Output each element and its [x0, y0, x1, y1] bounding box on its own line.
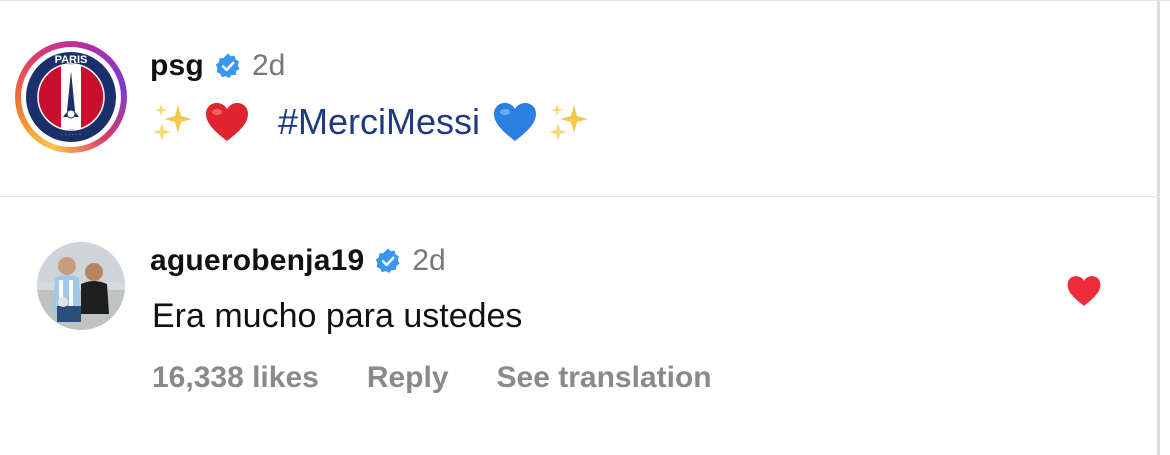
red-heart-icon: [204, 101, 250, 143]
sparkles-icon: [152, 101, 194, 143]
see-translation-button[interactable]: See translation: [497, 361, 712, 395]
likes-count[interactable]: 16,338 likes: [152, 361, 319, 395]
comment-username[interactable]: aguerobenja19: [150, 244, 364, 278]
post-age: 2d: [251, 49, 286, 82]
post-caption: PARIS · · · · · · psg 2d #MerciMessi: [0, 1, 1160, 197]
psg-logo-icon: PARIS · · · · · ·: [26, 52, 116, 142]
comment-age: 2d: [412, 244, 446, 277]
comment-header: aguerobenja19 2d: [150, 241, 446, 281]
sparkles-icon: [548, 101, 590, 143]
post-caption-text: #MerciMessi: [152, 97, 600, 147]
svg-text:· · · · · ·: · · · · · ·: [61, 132, 81, 138]
verified-badge-icon: [215, 53, 240, 79]
comment-actions: 16,338 likes Reply See translation: [152, 361, 760, 395]
like-heart-icon[interactable]: [1066, 274, 1102, 308]
comment-text: Era mucho para ustedes: [152, 297, 523, 335]
instagram-comment-view: PARIS · · · · · · psg 2d #MerciMessi agu…: [0, 0, 1170, 455]
reply-button[interactable]: Reply: [367, 361, 449, 395]
psg-avatar[interactable]: PARIS · · · · · ·: [15, 41, 127, 153]
hashtag-link[interactable]: #MerciMessi: [278, 101, 480, 143]
post-username[interactable]: psg: [150, 49, 204, 83]
commenter-photo-icon: [37, 242, 125, 330]
psg-logo-text: PARIS: [55, 54, 88, 66]
commenter-avatar[interactable]: [37, 242, 125, 330]
verified-badge-icon: [376, 248, 400, 274]
post-header: psg 2d: [150, 46, 285, 86]
blue-heart-icon: [492, 101, 538, 143]
